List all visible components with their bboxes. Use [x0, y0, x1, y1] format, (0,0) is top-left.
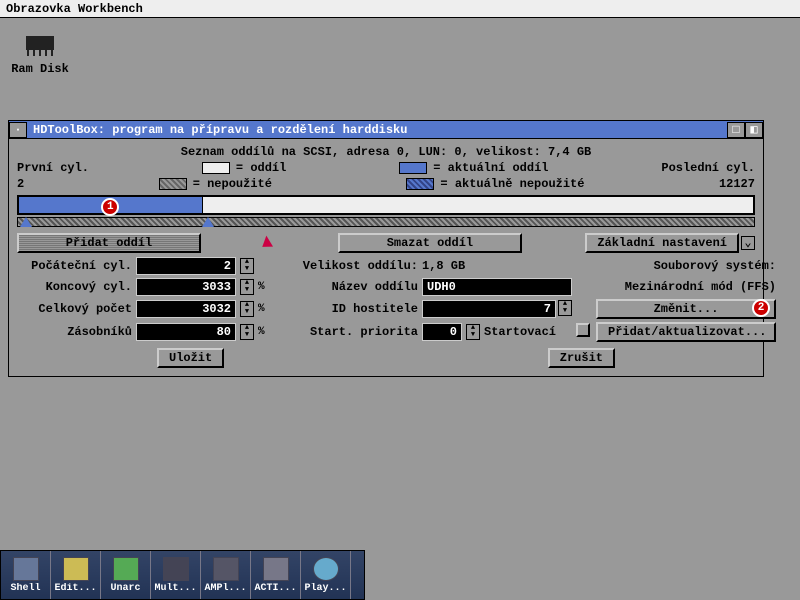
name-label: Název oddílu [278, 280, 418, 294]
screen-title: Obrazovka Workbench [6, 2, 143, 16]
slider-handle-right[interactable] [202, 217, 214, 227]
disk-info: Seznam oddílů na SCSI, adresa 0, LUN: 0,… [17, 145, 755, 159]
shell-icon [13, 557, 39, 581]
window-title: HDToolBox: program na přípravu a rozděle… [27, 123, 727, 137]
hostid-spinner[interactable]: ▲▼ [558, 300, 572, 316]
legend-current-unused: = aktuálně nepoužité [440, 177, 584, 191]
buffers-spinner[interactable]: ▲▼ [240, 324, 254, 340]
pct-1: % [258, 281, 274, 293]
callout-1: 1 [101, 198, 119, 216]
pointer-icon [263, 236, 277, 251]
legend-unused: = nepoužité [193, 177, 272, 191]
fs-label: Souborový systém: [596, 259, 776, 273]
magnifier-icon [163, 557, 189, 581]
last-cyl-value: 12127 [719, 177, 755, 191]
legend-unused-swatch [159, 178, 187, 190]
task-edit[interactable]: Edit... [51, 551, 101, 599]
taskbar: Shell Edit... Unarc Mult... AMPl... ACTI… [0, 550, 365, 600]
end-cyl-input[interactable]: 3033 [136, 278, 236, 296]
window-titlebar[interactable]: · HDToolBox: program na přípravu a rozdě… [9, 121, 763, 139]
hdtoolbox-window: · HDToolBox: program na přípravu a rozdě… [8, 120, 764, 377]
bootpri-input[interactable]: 0 [422, 323, 462, 341]
last-cyl-label: Poslední cyl. [661, 161, 755, 175]
zoom-gadget[interactable]: □ [727, 122, 745, 138]
legend-current-swatch [399, 162, 427, 174]
depth-gadget[interactable]: ◧ [745, 122, 763, 138]
task-play[interactable]: Play... [301, 551, 351, 599]
ramdisk-label: Ram Disk [10, 62, 70, 76]
chip-icon [20, 30, 60, 58]
first-cyl-label: První cyl. [17, 161, 89, 175]
bootpri-spinner[interactable]: ▲▼ [466, 324, 480, 340]
bootable-checkbox[interactable] [576, 323, 590, 337]
total-label: Celkový počet [17, 302, 132, 316]
screen-titlebar: Obrazovka Workbench [0, 0, 800, 18]
partition-segment-current[interactable]: 1 [19, 197, 203, 213]
start-cyl-input[interactable]: 2 [136, 257, 236, 275]
first-cyl-value: 2 [17, 177, 24, 191]
fs-mode: Mezinárodní mód (FFS) [596, 280, 776, 294]
legend-current: = aktuální oddíl [433, 161, 548, 175]
start-cyl-label: Počáteční cyl. [17, 259, 132, 273]
end-cyl-spinner[interactable]: ▲▼ [240, 279, 254, 295]
edit-icon [63, 557, 89, 581]
total-spinner[interactable]: ▲▼ [240, 301, 254, 317]
end-cyl-label: Koncový cyl. [17, 280, 132, 294]
legend-current-unused-swatch [406, 178, 434, 190]
app-icon [263, 557, 289, 581]
start-cyl-spinner[interactable]: ▲▼ [240, 258, 254, 274]
pct-2: % [258, 303, 274, 315]
buffers-label: Zásobníků [17, 325, 132, 339]
task-ampl[interactable]: AMPl... [201, 551, 251, 599]
total-input[interactable]: 3032 [136, 300, 236, 318]
legend-partition: = oddíl [236, 161, 286, 175]
hostid-input[interactable]: 7 [422, 300, 556, 318]
task-mult[interactable]: Mult... [151, 551, 201, 599]
ramdisk-icon[interactable]: Ram Disk [10, 30, 70, 76]
partition-bar[interactable]: 1 [17, 195, 755, 215]
size-label: Velikost oddílu: [278, 259, 418, 273]
partition-name-input[interactable] [422, 278, 572, 296]
box-icon [113, 557, 139, 581]
bootpri-label: Start. priorita [278, 325, 418, 339]
hostid-label: ID hostitele [278, 302, 418, 316]
task-unarc[interactable]: Unarc [101, 551, 151, 599]
pct-3: % [258, 326, 274, 338]
slider-track[interactable] [17, 217, 755, 227]
change-fs-button[interactable]: Změnit... [596, 299, 776, 319]
bootable-label: Startovací [484, 325, 556, 339]
task-acti[interactable]: ACTI... [251, 551, 301, 599]
disc-icon [313, 557, 339, 581]
add-partition-button[interactable]: Přidat oddíl [17, 233, 201, 253]
task-shell[interactable]: Shell [1, 551, 51, 599]
save-button[interactable]: Uložit [157, 348, 224, 368]
cycle-gadget-icon[interactable]: ⌄ [741, 236, 755, 250]
callout-2: 2 [752, 299, 770, 317]
legend-partition-swatch [202, 162, 230, 174]
buffers-input[interactable]: 80 [136, 323, 236, 341]
size-value: 1,8 GB [422, 259, 572, 273]
basic-settings-cycle[interactable]: Základní nastavení⌄ [585, 233, 755, 253]
slider-handle-left[interactable] [20, 217, 32, 227]
cancel-button[interactable]: Zrušit [548, 348, 615, 368]
speaker-icon [213, 557, 239, 581]
add-update-fs-button[interactable]: Přidat/aktualizovat... [596, 322, 776, 342]
basic-settings-button[interactable]: Základní nastavení [585, 233, 739, 253]
delete-partition-button[interactable]: Smazat oddíl [338, 233, 522, 253]
close-gadget[interactable]: · [9, 122, 27, 138]
